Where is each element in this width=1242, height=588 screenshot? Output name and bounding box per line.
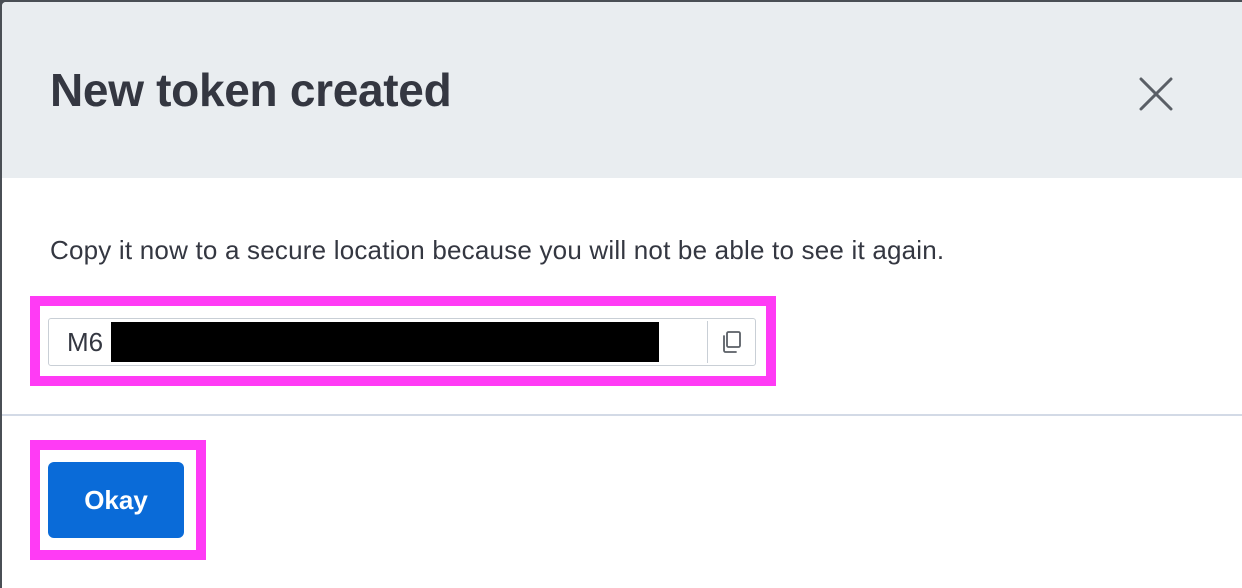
okay-button[interactable]: Okay [48, 462, 184, 538]
modal-description: Copy it now to a secure location because… [50, 235, 945, 265]
token-field[interactable]: M6 [48, 318, 756, 366]
copy-icon [722, 331, 741, 353]
close-icon [1139, 77, 1173, 111]
close-button[interactable] [1128, 66, 1184, 122]
token-redaction-bar [111, 322, 659, 362]
modal-title: New token created [50, 64, 452, 116]
copy-token-button[interactable] [707, 321, 755, 363]
token-value[interactable]: M6 [67, 319, 103, 365]
footer-divider [2, 414, 1242, 416]
modal-header: New token created [2, 2, 1242, 178]
